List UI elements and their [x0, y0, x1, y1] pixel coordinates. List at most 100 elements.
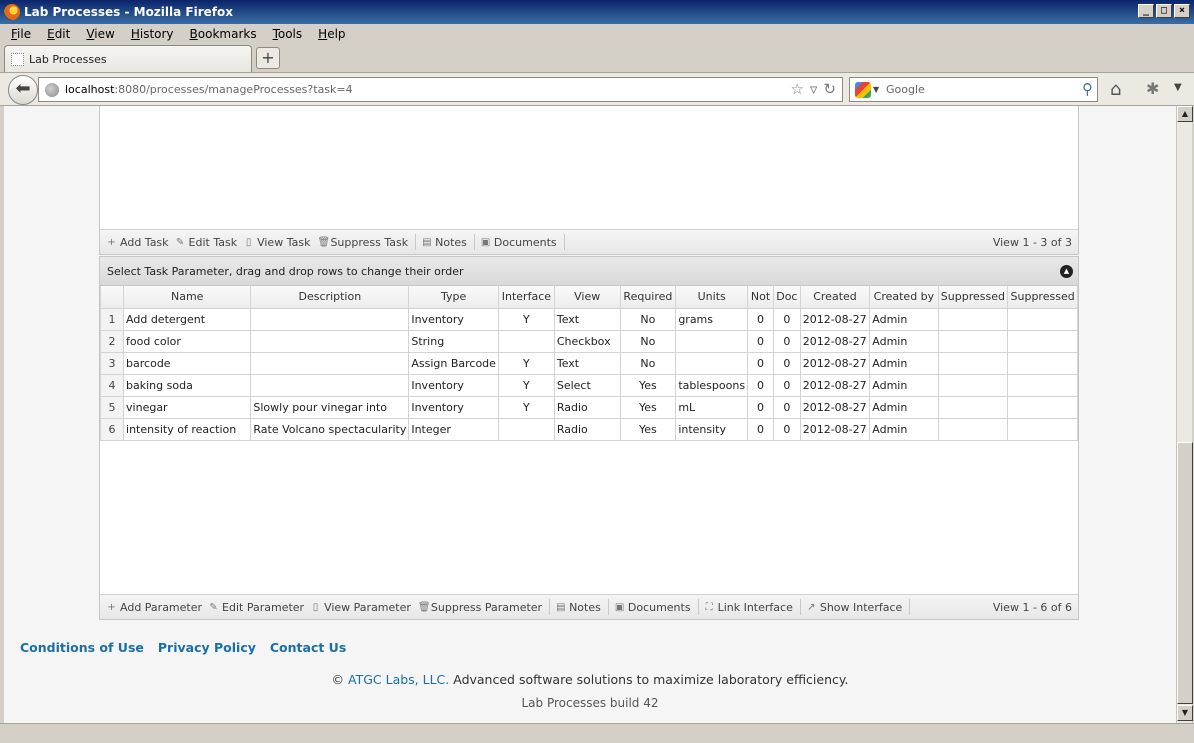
cell-created: 2012-08-27 [799, 329, 871, 353]
cell-units: grams [675, 308, 749, 331]
column-header-suppressed[interactable]: Suppressed [937, 286, 1009, 309]
cell-units [675, 351, 749, 375]
close-button[interactable]: × [1174, 4, 1190, 18]
column-header-doc[interactable]: Doc [773, 286, 801, 309]
column-header-interface[interactable]: Interface [497, 286, 555, 309]
privacy-policy-link[interactable]: Privacy Policy [158, 640, 256, 655]
bookmark-star-icon[interactable]: ☆ [790, 80, 803, 98]
suppress-task-button[interactable]: 🗑 Suppress Task [317, 236, 408, 249]
parameters-grid: Select Task Parameter, drag and drop row… [99, 256, 1079, 620]
view-task-button[interactable]: ▯ View Task [244, 236, 311, 249]
cell-required: No [619, 351, 677, 375]
table-row[interactable]: 6 intensity of reaction Rate Volcano spect… [99, 417, 1078, 441]
conditions-of-use-link[interactable]: Conditions of Use [20, 640, 144, 655]
pager-separator [473, 234, 475, 250]
contact-us-link[interactable]: Contact Us [270, 640, 346, 655]
menu-history[interactable]: History [131, 27, 174, 41]
reload-icon[interactable]: ↻ [823, 80, 836, 98]
column-header-suppressed-2[interactable]: Suppressed [1007, 286, 1078, 309]
cell-suppressed-2 [1007, 373, 1078, 397]
column-header-required[interactable]: Required [619, 286, 677, 309]
cell-interface: Y [497, 351, 555, 375]
show-interface-button[interactable]: ↗ Show Interface [807, 601, 902, 614]
page-icon [11, 52, 24, 66]
toolbar-overflow-icon[interactable]: ▼ [1174, 82, 1182, 93]
google-icon[interactable] [855, 82, 871, 98]
cell-description [250, 329, 410, 353]
suppress-parameter-button[interactable]: 🗑 Suppress Parameter [418, 601, 542, 614]
cell-not: 0 [747, 329, 774, 353]
parameters-pager: + Add Parameter ✎ Edit Parameter ▯ View Par… [100, 594, 1078, 619]
cell-required: Yes [619, 417, 677, 441]
scroll-thumb[interactable] [1177, 442, 1193, 704]
minimize-button[interactable]: _ [1138, 4, 1154, 18]
tab-label: Lab Processes [29, 52, 107, 66]
scroll-down-icon[interactable]: ▼ [1177, 705, 1193, 721]
column-header-name[interactable]: Name [123, 286, 252, 309]
menu-file[interactable]: File [11, 27, 31, 41]
parameter-notes-button[interactable]: ▤ Notes [556, 601, 601, 614]
menu-view[interactable]: View [86, 27, 114, 41]
column-header-created-by[interactable]: Created by [869, 286, 939, 309]
tab-lab-processes[interactable]: Lab Processes [4, 45, 252, 72]
new-tab-button[interactable]: + [256, 47, 280, 69]
cell-required: Yes [619, 395, 677, 419]
url-bar[interactable]: localhost:8080/processes/manageProcesses… [38, 77, 843, 102]
edit-parameter-button[interactable]: ✎ Edit Parameter [209, 601, 304, 614]
menu-tools[interactable]: Tools [273, 27, 303, 41]
table-row[interactable]: 2 food color String Checkbox No 0 0 2012-08-27 A… [99, 329, 1078, 353]
column-header-rownum [99, 286, 125, 309]
column-header-type[interactable]: Type [408, 286, 499, 309]
menu-edit[interactable]: Edit [47, 27, 70, 41]
cell-doc: 0 [773, 329, 801, 353]
column-header-units[interactable]: Units [675, 286, 749, 309]
vertical-scrollbar[interactable]: ▲ ▼ [1176, 106, 1193, 723]
search-engine-dropdown-icon[interactable]: ▼ [873, 85, 879, 94]
table-row[interactable]: 4 baking soda Inventory Y Select Yes tablespoo… [99, 373, 1078, 397]
collapse-icon[interactable]: ▲ [1060, 265, 1073, 278]
back-button[interactable]: ⬅ [8, 75, 38, 105]
search-bar[interactable]: ▼ Google ⚲ [849, 77, 1098, 102]
menu-help[interactable]: Help [318, 27, 345, 41]
cell-doc: 0 [773, 395, 801, 419]
add-task-button[interactable]: + Add Task [107, 236, 168, 249]
view-parameter-button[interactable]: ▯ View Parameter [311, 601, 411, 614]
cell-created-by: Admin [869, 351, 939, 375]
cell-created: 2012-08-27 [799, 417, 871, 441]
cell-description [250, 373, 410, 397]
home-icon[interactable]: ⌂ [1110, 79, 1121, 100]
status-bar [0, 723, 1194, 743]
column-header-created[interactable]: Created [799, 286, 871, 309]
parameter-documents-button[interactable]: ▣ Documents [615, 601, 691, 614]
link-interface-button[interactable]: ⛶ Link Interface [705, 601, 793, 614]
cell-suppressed [937, 329, 1009, 353]
table-row[interactable]: 1 Add detergent Inventory Y Text No grams 0 0 201… [99, 308, 1078, 331]
cell-description: Slowly pour vinegar into [250, 395, 410, 419]
table-header-row: Name Description Type Interface View Req… [99, 286, 1078, 309]
table-row[interactable]: 3 barcode Assign Barcode Y Text No 0 0 2012-08-2… [99, 351, 1078, 375]
column-header-not[interactable]: Not [747, 286, 774, 309]
cell-name: baking soda [123, 373, 252, 397]
column-header-description[interactable]: Description [250, 286, 410, 309]
search-icon[interactable]: ⚲ [1082, 80, 1093, 98]
add-parameter-button[interactable]: + Add Parameter [107, 601, 202, 614]
column-header-view[interactable]: View [553, 286, 621, 309]
history-dropdown-icon[interactable]: ▿ [810, 80, 818, 98]
window-titlebar: Lab Processes - Mozilla Firefox _ □ × [0, 0, 1194, 24]
cell-suppressed [937, 417, 1009, 441]
scroll-up-icon[interactable]: ▲ [1177, 106, 1193, 122]
copyright-symbol: © [331, 672, 348, 687]
company-link[interactable]: ATGC Labs, LLC. [348, 672, 449, 687]
table-row[interactable]: 5 vinegar Slowly pour vinegar into Inventor… [99, 395, 1078, 419]
edit-task-button[interactable]: ✎ Edit Task [175, 236, 237, 249]
maximize-button[interactable]: □ [1156, 4, 1172, 18]
task-documents-button[interactable]: ▣ Documents [481, 236, 557, 249]
pencil-icon: ✎ [175, 236, 185, 248]
task-notes-button[interactable]: ▤ Notes [422, 236, 467, 249]
cell-description [250, 308, 410, 331]
cell-not: 0 [747, 308, 774, 331]
menu-bookmarks[interactable]: Bookmarks [190, 27, 257, 41]
cell-view: Radio [553, 417, 621, 441]
addon-icon[interactable]: ✱ [1146, 79, 1159, 98]
pencil-icon: ✎ [209, 601, 218, 613]
